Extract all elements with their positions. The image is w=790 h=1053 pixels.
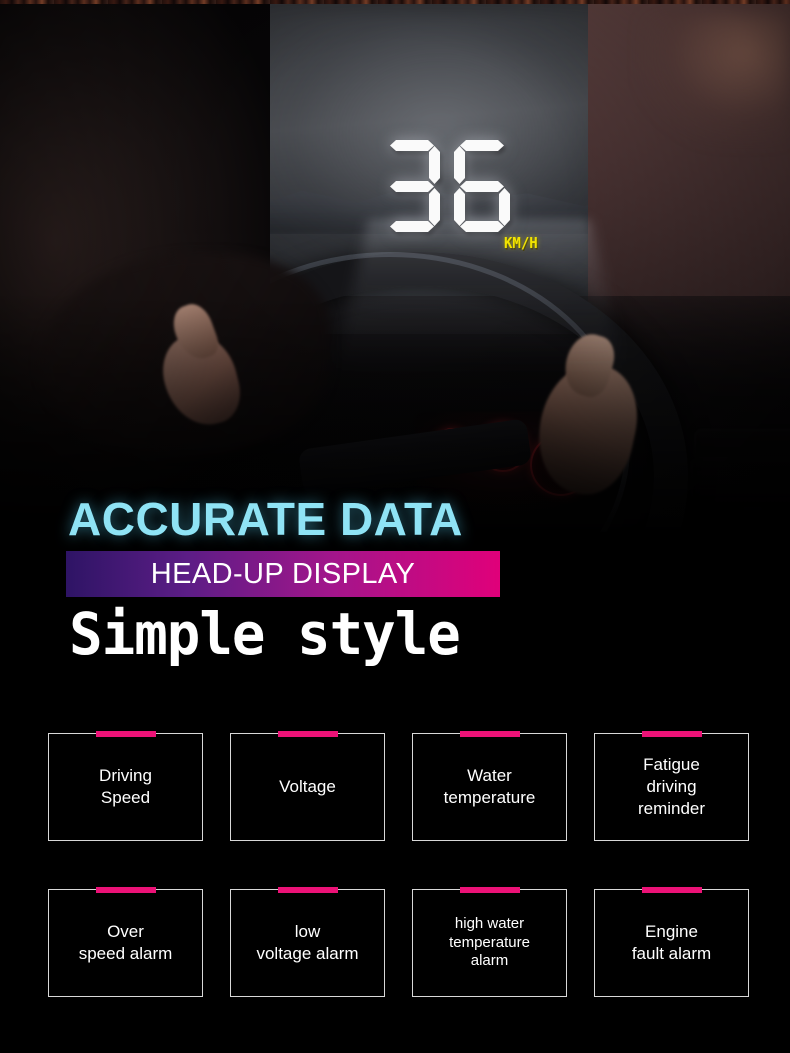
segment-d <box>390 221 434 232</box>
segment-a <box>460 140 504 151</box>
feature-label: Engine fault alarm <box>631 922 712 963</box>
segment-c <box>429 188 440 226</box>
segment-a <box>390 140 434 151</box>
segment-c <box>499 188 510 226</box>
accent-bar <box>95 887 156 893</box>
feature-label: Driving Speed <box>99 766 152 807</box>
accent-bar <box>95 731 156 737</box>
accent-bar <box>459 731 520 737</box>
segment-b <box>429 146 440 184</box>
feature-box-driving-speed[interactable]: Driving Speed <box>48 731 203 841</box>
headline-accurate-data: ACCURATE DATA <box>68 493 463 545</box>
segment-g <box>390 181 434 192</box>
hud-speed-digit-2 <box>454 140 510 232</box>
hud-speed-digit-1 <box>384 140 440 232</box>
hud-light-beam <box>334 218 624 372</box>
feature-box-water-temperature[interactable]: Water temperature <box>412 731 567 841</box>
feature-label: low voltage alarm <box>256 922 359 963</box>
product-banner-page: KM/H ACCURATE DATA HEAD-UP DISPLAY Simpl… <box>0 0 790 1053</box>
feature-label: high water temperature alarm <box>449 914 530 970</box>
hud-projection: KM/H <box>334 140 624 372</box>
accent-bar <box>277 887 338 893</box>
segment-e <box>454 188 465 226</box>
feature-label: Over speed alarm <box>78 922 173 963</box>
feature-grid: Driving Speed Voltage Water temperature … <box>48 731 749 997</box>
feature-label: Fatigue driving reminder <box>637 755 706 818</box>
segment-g <box>460 181 504 192</box>
hud-speed-unit: KM/H <box>504 235 538 253</box>
accent-bar <box>641 731 702 737</box>
feature-box-high-water-temperature-alarm[interactable]: high water temperature alarm <box>412 887 567 997</box>
feature-box-engine-fault-alarm[interactable]: Engine fault alarm <box>594 887 749 997</box>
feature-box-over-speed-alarm[interactable]: Over speed alarm <box>48 887 203 997</box>
feature-box-low-voltage-alarm[interactable]: low voltage alarm <box>230 887 385 997</box>
accent-bar <box>641 887 702 893</box>
segment-f <box>454 146 465 184</box>
headline-headup-display-text: HEAD-UP DISPLAY <box>150 557 416 590</box>
segment-d <box>460 221 504 232</box>
headline-block: ACCURATE DATA HEAD-UP DISPLAY Simple sty… <box>0 495 790 666</box>
accent-bar <box>277 731 338 737</box>
headline-simple-style: Simple style <box>69 600 461 669</box>
headline-headup-bar: HEAD-UP DISPLAY <box>66 551 500 598</box>
feature-box-voltage[interactable]: Voltage <box>230 731 385 841</box>
accent-bar <box>459 887 520 893</box>
feature-label: Voltage <box>279 777 336 797</box>
hud-speed-readout <box>384 140 564 232</box>
feature-box-fatigue-driving-reminder[interactable]: Fatigue driving reminder <box>594 731 749 841</box>
feature-label: Water temperature <box>443 766 536 807</box>
